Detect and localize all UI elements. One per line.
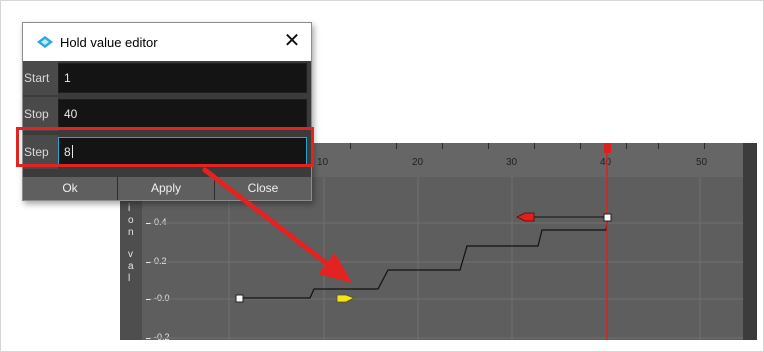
annotation-arrow: [202, 167, 352, 283]
